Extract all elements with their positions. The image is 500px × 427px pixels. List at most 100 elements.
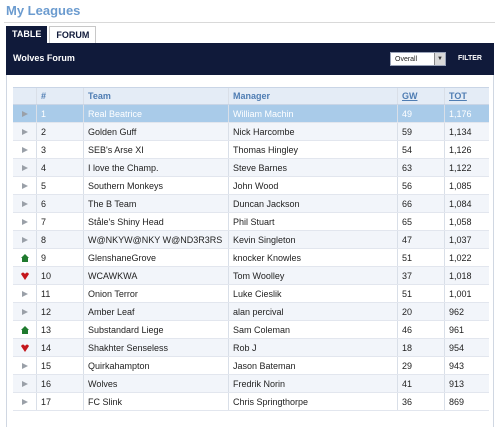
total-points: 1,001	[449, 288, 472, 299]
team-name[interactable]: WCAWKWA	[84, 267, 229, 284]
total-points: 962	[449, 306, 465, 317]
manager-name: Sam Coleman	[229, 321, 398, 338]
manager-name: Chris Springthorpe	[229, 393, 398, 410]
rank-cell: 12	[37, 303, 84, 320]
gw-points: 37	[398, 267, 445, 284]
manager-name: Thomas Hingley	[229, 141, 398, 158]
table-row: 8 W@NKYW@NKY W@ND3R3RS Kevin Singleton 47 1,…	[13, 231, 489, 249]
gw-points: 51	[398, 249, 445, 266]
gw-points: 41	[398, 375, 445, 392]
team-name[interactable]: SEB's Arse XI	[84, 141, 229, 158]
team-name[interactable]: Substandard Liege	[84, 321, 229, 338]
total-points: 1,134	[449, 126, 472, 137]
team-name[interactable]: Quirkahampton	[84, 357, 229, 374]
tab-table[interactable]: TABLE	[6, 26, 48, 43]
rank-cell: 14	[37, 339, 84, 356]
table-header-row: # Team Manager GW TOT	[13, 87, 489, 105]
table-row: 3 SEB's Arse XI Thomas Hingley 54 1,126	[13, 141, 489, 159]
rank-same-icon	[21, 398, 28, 405]
table-row: 15 Quirkahampton Jason Bateman 29 943	[13, 357, 489, 375]
rank-cell: 8	[37, 231, 84, 248]
team-name[interactable]: Ståle's Shiny Head	[84, 213, 229, 230]
movement-cell	[13, 267, 37, 284]
rank-cell: 3	[37, 141, 84, 158]
tot-sort-link[interactable]: TOT	[449, 91, 467, 101]
rank-same-icon	[21, 308, 28, 315]
total-points: 913	[449, 378, 465, 389]
tab-forum[interactable]: FORUM	[49, 26, 97, 43]
table-row: 4I love the Champ. Steve Barnes 63 1,122	[13, 159, 489, 177]
standings-type-select[interactable]: Overall ▼	[390, 52, 446, 66]
manager-name: Nick Harcombe	[229, 123, 398, 140]
gw-points: 36	[398, 393, 445, 410]
manager-name: William Machin	[229, 105, 398, 122]
table-row: 11 Onion Terror Luke Cieslik 51 1,001	[13, 285, 489, 303]
team-name[interactable]: Southern Monkeys	[84, 177, 229, 194]
standings-panel: # Team Manager GW TOT 1 Real Beatrice Will…	[6, 75, 494, 427]
rank-same-icon	[21, 128, 28, 135]
movement-cell	[13, 195, 37, 212]
table-row: 14 Shakhter Senseless Rob J 18 954	[13, 339, 489, 357]
total-points: 1,058	[449, 216, 472, 227]
total-points: 954	[449, 342, 465, 353]
movement-cell	[13, 141, 37, 158]
table-row: 10 WCAWKWA Tom Woolley 37 1,018	[13, 267, 489, 285]
table-row: 5 Southern Monkeys John Wood 56 1,085	[13, 177, 489, 195]
rank-same-icon	[21, 146, 28, 153]
rank-cell: 16	[37, 375, 84, 392]
rank-same-icon	[21, 164, 28, 171]
table-row: 17 FC Slink Chris Springthorpe 36 869	[13, 393, 489, 411]
team-name[interactable]: Shakhter Senseless	[84, 339, 229, 356]
chevron-down-icon[interactable]: ▼	[434, 53, 445, 65]
gw-points: 29	[398, 357, 445, 374]
rank-up-icon	[20, 253, 29, 262]
tot-header[interactable]: TOT	[445, 88, 489, 104]
team-name[interactable]: Wolves	[84, 375, 229, 392]
gw-header[interactable]: GW	[398, 88, 445, 104]
rank-cell: 13	[37, 321, 84, 338]
team-name[interactable]: Golden Guff	[84, 123, 229, 140]
rank-cell: 2	[37, 123, 84, 140]
team-name[interactable]: The B Team	[84, 195, 229, 212]
rank-cell: 5	[37, 177, 84, 194]
rank-down-icon	[20, 344, 29, 352]
total-points: 869	[449, 396, 465, 407]
team-name[interactable]: Onion Terror	[84, 285, 229, 302]
manager-name: Jason Bateman	[229, 357, 398, 374]
team-name[interactable]: I love the Champ.	[84, 159, 229, 176]
rank-same-icon	[21, 218, 28, 225]
total-points: 1,037	[449, 234, 472, 245]
rank-same-icon	[21, 362, 28, 369]
rank-up-icon	[20, 325, 29, 334]
gw-points: 65	[398, 213, 445, 230]
manager-name: Rob J	[229, 339, 398, 356]
rank-cell: 11	[37, 285, 84, 302]
rank-same-icon	[21, 236, 28, 243]
gw-points: 59	[398, 123, 445, 140]
team-name[interactable]: Real Beatrice	[84, 105, 229, 122]
movement-cell	[13, 177, 37, 194]
rank-same-icon	[21, 200, 28, 207]
total-points: 1,122	[449, 162, 472, 173]
gw-sort-link[interactable]: GW	[402, 91, 418, 101]
team-name[interactable]: Amber Leaf	[84, 303, 229, 320]
total-points: 1,176	[449, 108, 472, 119]
table-body: 1 Real Beatrice William Machin 49 1,176 2 Gold…	[13, 105, 489, 411]
gw-points: 66	[398, 195, 445, 212]
team-name[interactable]: GlenshaneGrove	[84, 249, 229, 266]
filter-button[interactable]: FILTER	[458, 55, 482, 62]
team-name[interactable]: FC Slink	[84, 393, 229, 410]
league-header-bar: Wolves Forum Overall ▼ FILTER	[6, 43, 494, 75]
movement-header	[13, 88, 37, 104]
rank-cell: 4	[37, 159, 84, 176]
team-name[interactable]: W@NKYW@NKY W@ND3R3RS	[84, 231, 229, 248]
table-row: 2 Golden Guff Nick Harcombe 59 1,134	[13, 123, 489, 141]
manager-name: John Wood	[229, 177, 398, 194]
manager-name: Fredrik Norin	[229, 375, 398, 392]
rank-cell: 7	[37, 213, 84, 230]
total-points: 1,085	[449, 180, 472, 191]
movement-cell	[13, 321, 37, 338]
gw-points: 46	[398, 321, 445, 338]
title-divider	[4, 22, 495, 23]
team-header: Team	[84, 88, 229, 104]
